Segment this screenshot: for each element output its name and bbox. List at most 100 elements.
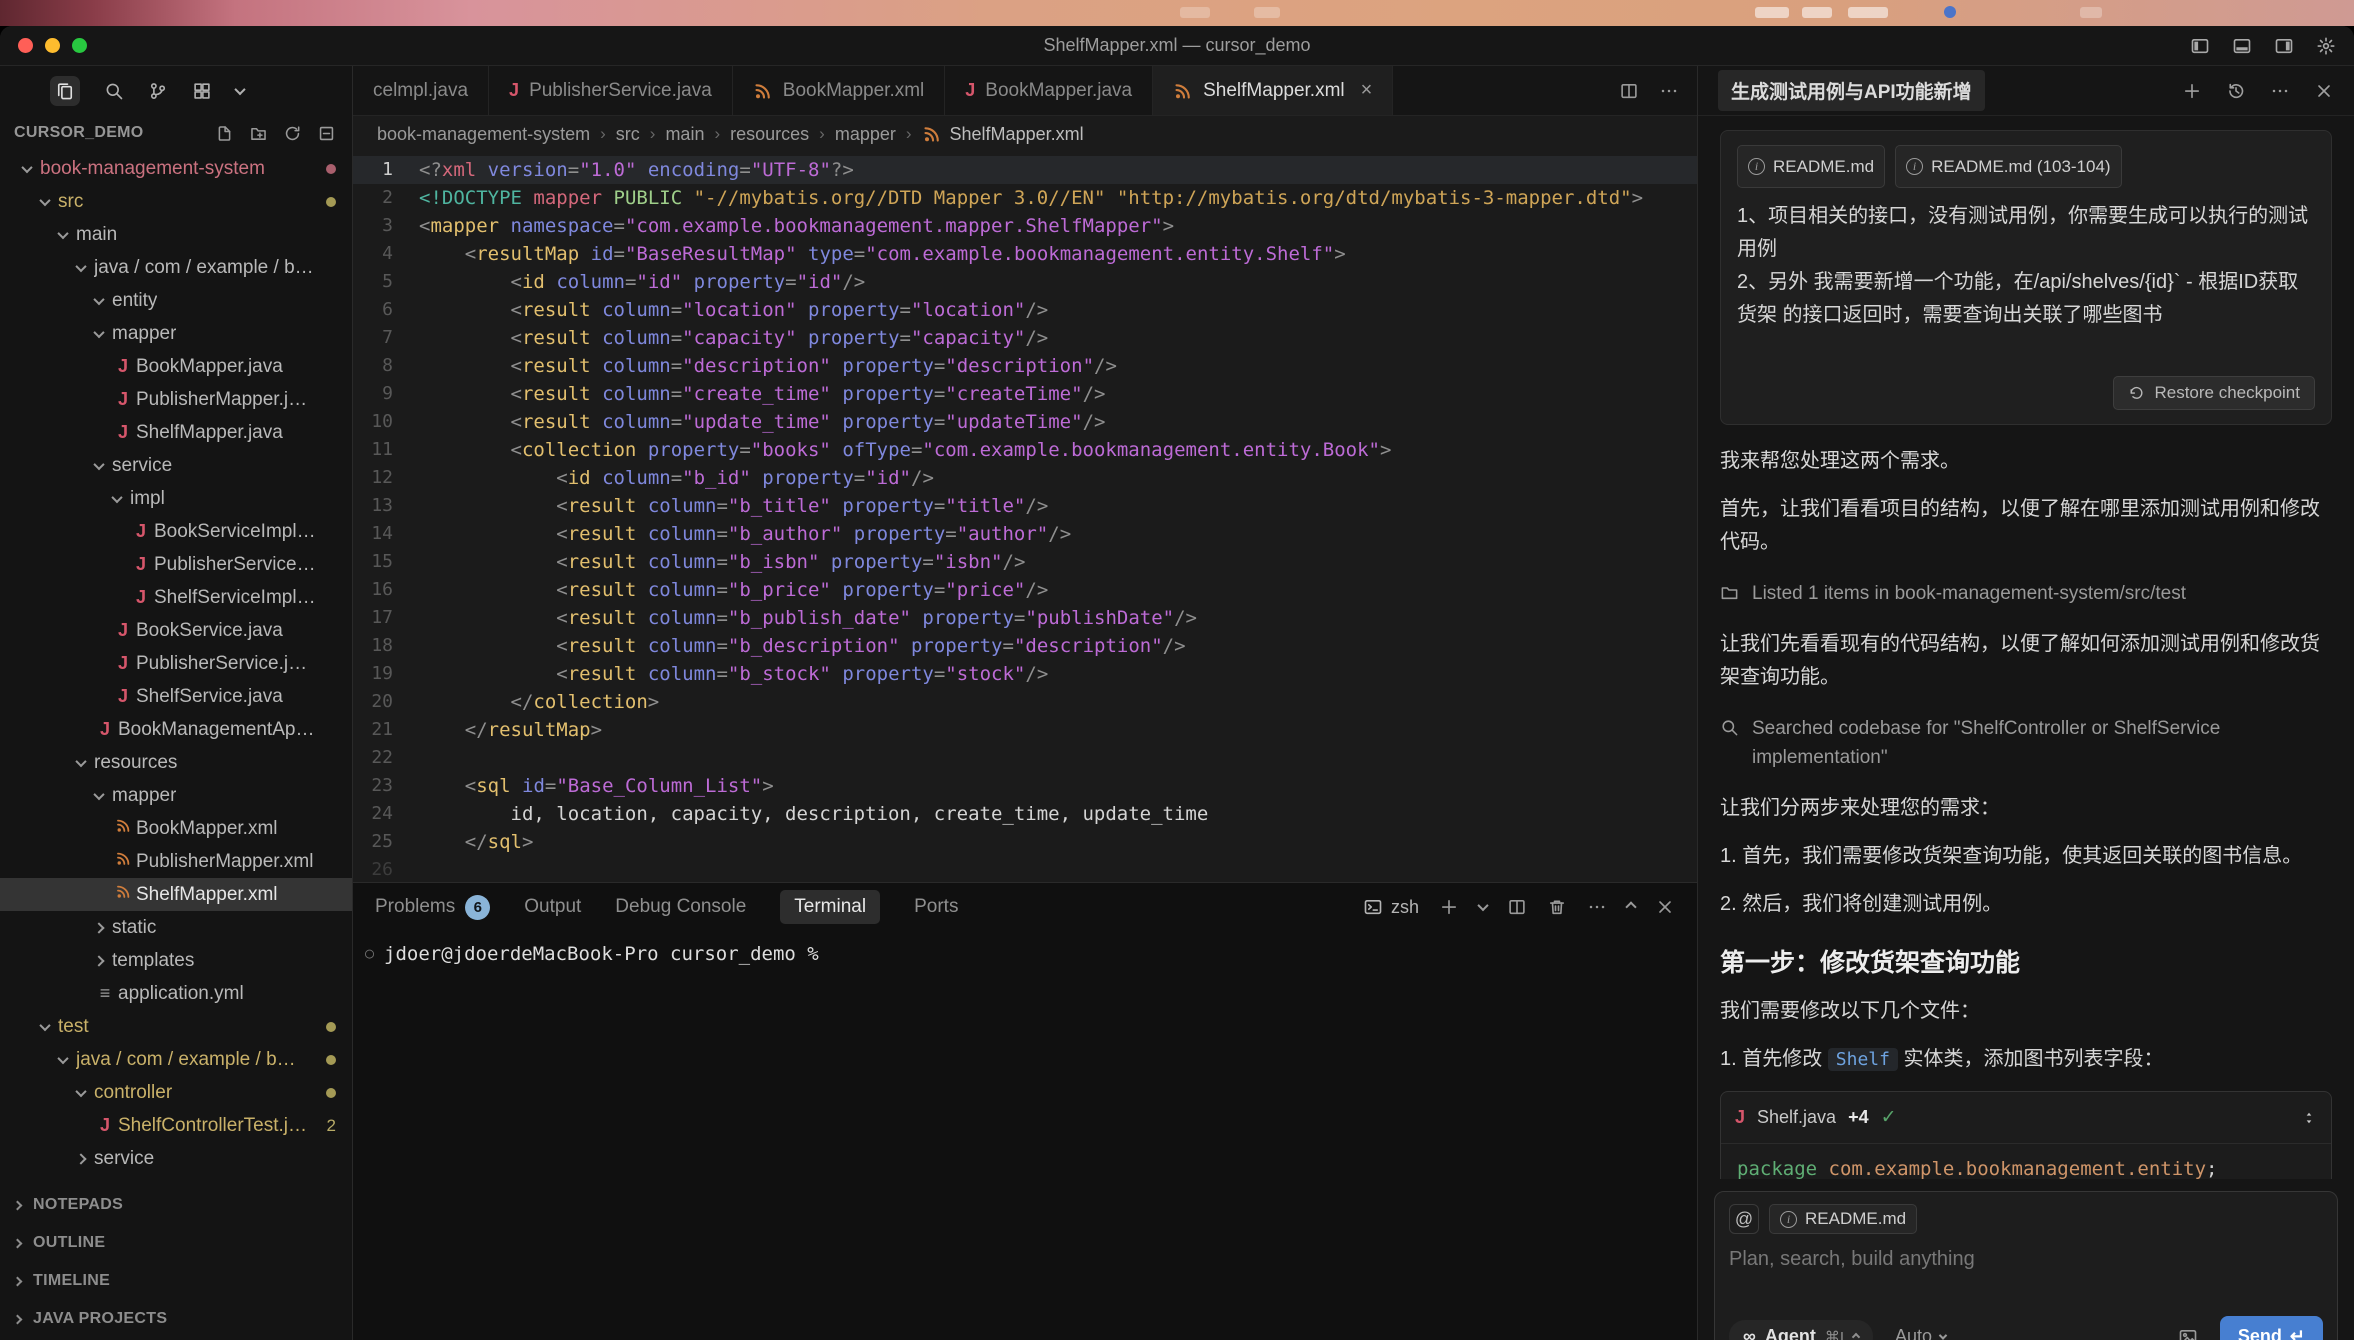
split-editor-icon[interactable]: [1619, 81, 1639, 101]
code-editor[interactable]: 1<?xml version="1.0" encoding="UTF-8"?>2…: [353, 152, 1697, 882]
tree-item[interactable]: JBookServiceImpl.java: [0, 515, 352, 548]
tree-item[interactable]: static: [0, 911, 352, 944]
tree-item[interactable]: controller: [0, 1076, 352, 1109]
tree-item[interactable]: JPublisherServiceImpl.ja…: [0, 548, 352, 581]
chat-input[interactable]: @ iREADME.md Plan, search, build anythin…: [1714, 1191, 2338, 1340]
code-diff-card[interactable]: JShelf.java+4✓package com.example.bookma…: [1720, 1091, 2332, 1179]
panel-tab-debug-console[interactable]: Debug Console: [615, 896, 746, 918]
extensions-icon[interactable]: [192, 81, 212, 101]
editor-tab[interactable]: JBookMapper.java: [945, 66, 1153, 115]
editor-tab[interactable]: ShelfMapper.xml×: [1153, 66, 1393, 115]
context-chip[interactable]: iREADME.md: [1737, 145, 1885, 188]
editor-line: 17 <result column="b_publish_date" prope…: [353, 604, 1697, 632]
editor-tab[interactable]: JPublisherService.java: [489, 66, 733, 115]
source-control-icon[interactable]: [148, 81, 168, 101]
tree-item[interactable]: JShelfService.java: [0, 680, 352, 713]
plus-icon[interactable]: [2182, 81, 2202, 101]
panel-tab-terminal[interactable]: Terminal: [780, 890, 880, 924]
breadcrumb-item[interactable]: mapper: [835, 124, 896, 145]
panel-tab-problems[interactable]: Problems6: [375, 895, 490, 920]
collapse-all-icon[interactable]: [317, 124, 336, 143]
sidebar-section-timeline[interactable]: TIMELINE: [0, 1262, 352, 1300]
tree-item[interactable]: templates: [0, 944, 352, 977]
chat-title-tab[interactable]: 生成测试用例与API功能新增: [1718, 70, 1985, 111]
send-button[interactable]: Send↵: [2220, 1316, 2323, 1340]
files-copy-icon[interactable]: [50, 76, 80, 106]
tree-item[interactable]: book-management-system: [0, 152, 352, 185]
tool-call-row[interactable]: Searched codebase for "ShelfController o…: [1720, 714, 2332, 772]
image-icon[interactable]: [2178, 1327, 2198, 1340]
tree-item[interactable]: ShelfMapper.xml: [0, 878, 352, 911]
settings-gear-icon[interactable]: [2316, 36, 2336, 56]
code-diff-header[interactable]: JShelf.java+4✓: [1721, 1092, 2331, 1144]
search-icon[interactable]: [104, 81, 124, 101]
tree-item[interactable]: PublisherMapper.xml: [0, 845, 352, 878]
sidebar-section-notepads[interactable]: NOTEPADS: [0, 1186, 352, 1224]
chevron-up-icon[interactable]: [1627, 903, 1635, 911]
tree-item[interactable]: JBookManagementApplicat…: [0, 713, 352, 746]
plus-icon[interactable]: [1439, 897, 1459, 917]
more-icon[interactable]: [2270, 81, 2290, 101]
tree-item[interactable]: JShelfControllerTest.j…2: [0, 1109, 352, 1142]
layout-sidebar-left-icon[interactable]: [2190, 36, 2210, 56]
context-chip[interactable]: iREADME.md: [1769, 1204, 1917, 1234]
tree-item[interactable]: java / com / example / b…: [0, 1043, 352, 1076]
breadcrumb-file[interactable]: ShelfMapper.xml: [922, 124, 1084, 145]
editor-tab[interactable]: celmpl.java: [353, 66, 489, 115]
tree-item[interactable]: mapper: [0, 317, 352, 350]
tree-item[interactable]: JPublisherMapper.java: [0, 383, 352, 416]
sidebar-section-java-projects[interactable]: JAVA PROJECTS: [0, 1300, 352, 1338]
history-icon[interactable]: [2226, 81, 2246, 101]
tree-item[interactable]: impl: [0, 482, 352, 515]
chevron-down-icon[interactable]: [236, 87, 244, 95]
tree-item[interactable]: service: [0, 449, 352, 482]
tree-item[interactable]: JPublisherService.java: [0, 647, 352, 680]
layout-sidebar-right-icon[interactable]: [2274, 36, 2294, 56]
tree-item[interactable]: main: [0, 218, 352, 251]
breadcrumb-item[interactable]: resources: [730, 124, 809, 145]
restore-checkpoint-button[interactable]: Restore checkpoint: [2113, 376, 2315, 410]
tree-item[interactable]: resources: [0, 746, 352, 779]
more-icon[interactable]: [1587, 897, 1607, 917]
tree-item[interactable]: JShelfMapper.java: [0, 416, 352, 449]
breadcrumb-item[interactable]: main: [665, 124, 704, 145]
editor-line: 12 <id column="b_id" property="id"/>: [353, 464, 1697, 492]
breadcrumb-item[interactable]: src: [616, 124, 640, 145]
terminal-content[interactable]: ○ jdoer@jdoerdeMacBook-Pro cursor_demo %: [353, 931, 1697, 1340]
tree-item[interactable]: JShelfServiceImpl.java: [0, 581, 352, 614]
close-icon[interactable]: [1655, 897, 1675, 917]
model-selector[interactable]: Auto: [1895, 1326, 1946, 1340]
tree-item[interactable]: service: [0, 1142, 352, 1175]
panel-tab-ports[interactable]: Ports: [914, 896, 958, 918]
tree-item[interactable]: entity: [0, 284, 352, 317]
breadcrumb[interactable]: book-management-system›src›main›resource…: [353, 116, 1697, 152]
chevron-down-icon[interactable]: [1479, 903, 1487, 911]
shell-selector[interactable]: zsh: [1363, 897, 1419, 918]
tool-call-row[interactable]: Listed 1 items in book-management-system…: [1720, 579, 2332, 608]
more-icon[interactable]: [1659, 81, 1679, 101]
split-editor-icon[interactable]: [1507, 897, 1527, 917]
new-file-icon[interactable]: [215, 124, 234, 143]
updown-icon[interactable]: [2301, 1110, 2317, 1126]
close-icon[interactable]: [2314, 81, 2334, 101]
tree-item[interactable]: mapper: [0, 779, 352, 812]
tree-item[interactable]: ≡application.yml: [0, 977, 352, 1010]
mode-selector[interactable]: ∞ Agent ⌘I: [1729, 1320, 1873, 1340]
new-folder-icon[interactable]: [249, 124, 268, 143]
tree-item[interactable]: JBookMapper.java: [0, 350, 352, 383]
context-chip[interactable]: iREADME.md (103-104): [1895, 145, 2122, 188]
at-mention-button[interactable]: @: [1729, 1204, 1759, 1234]
tree-item[interactable]: src: [0, 185, 352, 218]
sidebar-section-outline[interactable]: OUTLINE: [0, 1224, 352, 1262]
tree-item[interactable]: JBookService.java: [0, 614, 352, 647]
panel-tab-output[interactable]: Output: [524, 896, 581, 918]
breadcrumb-item[interactable]: book-management-system: [377, 124, 590, 145]
layout-panel-icon[interactable]: [2232, 36, 2252, 56]
tree-item[interactable]: test: [0, 1010, 352, 1043]
tree-item[interactable]: java / com / example / bookm…: [0, 251, 352, 284]
editor-tab[interactable]: BookMapper.xml: [733, 66, 946, 115]
refresh-icon[interactable]: [283, 124, 302, 143]
tree-item[interactable]: BookMapper.xml: [0, 812, 352, 845]
trash-icon[interactable]: [1547, 897, 1567, 917]
close-icon[interactable]: ×: [1361, 79, 1373, 102]
